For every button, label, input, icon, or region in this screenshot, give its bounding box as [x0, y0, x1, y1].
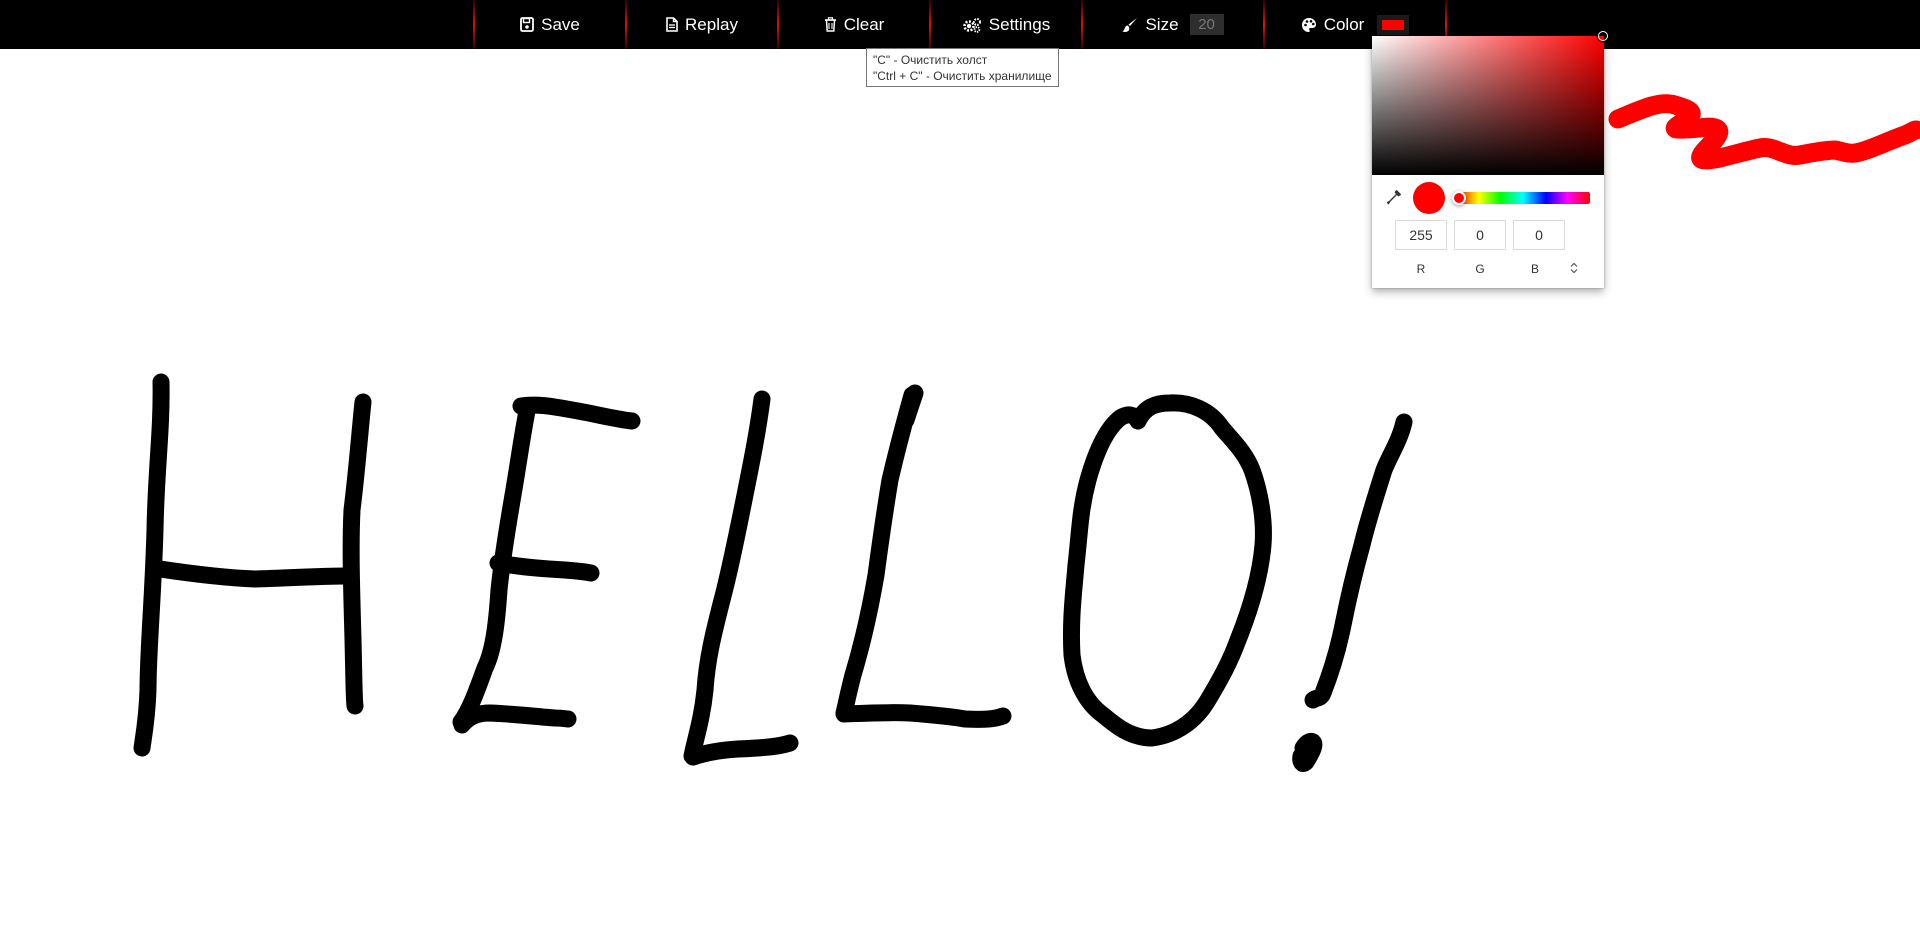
stroke-h-right [342, 393, 372, 715]
palette-icon [1301, 17, 1316, 32]
replay-label: Replay [685, 14, 738, 34]
red-label: R [1416, 262, 1426, 276]
stroke-l1-spine [683, 390, 771, 765]
floppy-disk-icon [520, 17, 535, 32]
toolbar: Save Replay Clear Settings Size 20 Color [0, 0, 1920, 49]
hue-slider-handle[interactable] [1452, 191, 1466, 205]
saturation-area[interactable] [1372, 31, 1608, 175]
stroke-exclaim-dot [1292, 732, 1323, 772]
color-preview [1413, 182, 1445, 214]
save-label: Save [541, 14, 580, 34]
stroke-e-mid [489, 554, 600, 582]
replay-button[interactable]: Replay [627, 0, 777, 49]
hello-drawing [133, 373, 1413, 772]
stroke-l1-base [684, 734, 799, 766]
eyedropper-icon [1386, 190, 1401, 205]
blue-value-input[interactable]: 0 [1513, 220, 1565, 250]
color-label: Color [1323, 14, 1365, 34]
color-swatch-fill [1382, 19, 1405, 30]
size-label: Size [1145, 14, 1179, 34]
color-swatch-button[interactable] [1377, 14, 1410, 35]
stroke-exclaim-line [1304, 413, 1413, 709]
size-control[interactable]: Size 20 [1083, 0, 1263, 49]
clear-tooltip: "C" - Очистить холст "Ctrl + C" - Очисти… [866, 48, 1059, 87]
hue-slider[interactable] [1456, 192, 1590, 204]
tooltip-line-clear-storage: "Ctrl + C" - Очистить хранилище [873, 69, 1052, 83]
stroke-e-bottom [453, 704, 577, 734]
paintbrush-icon [1122, 17, 1138, 32]
clear-label: Clear [843, 14, 885, 34]
green-label: G [1475, 262, 1485, 276]
size-value-input[interactable]: 20 [1189, 14, 1224, 35]
clear-button[interactable]: Clear [779, 0, 929, 49]
stroke-h-bar [151, 560, 355, 588]
settings-label: Settings [988, 14, 1051, 34]
stroke-red-squiggle [1608, 94, 1920, 170]
stroke-l2-spine [835, 384, 924, 722]
eyedropper-button[interactable] [1386, 189, 1402, 210]
saturation-handle[interactable] [1598, 31, 1608, 41]
red-value-input[interactable]: 255 [1395, 220, 1447, 250]
stroke-o [1062, 394, 1272, 747]
file-icon [666, 17, 678, 32]
settings-button[interactable]: Settings [931, 0, 1081, 49]
blue-label: B [1530, 262, 1539, 276]
gears-icon [962, 17, 981, 33]
green-value-input[interactable]: 0 [1454, 220, 1506, 250]
drawing-canvas[interactable] [0, 0, 1920, 940]
tooltip-line-clear-canvas: "C" - Очистить холст [873, 53, 988, 67]
format-toggle-icon[interactable] [1568, 262, 1580, 274]
stroke-l2-base [835, 704, 1012, 728]
stroke-e-top [512, 396, 641, 430]
save-button[interactable]: Save [475, 0, 625, 49]
trash-icon [824, 17, 836, 32]
color-picker-popup: 255 0 0 R G B [1372, 31, 1608, 288]
